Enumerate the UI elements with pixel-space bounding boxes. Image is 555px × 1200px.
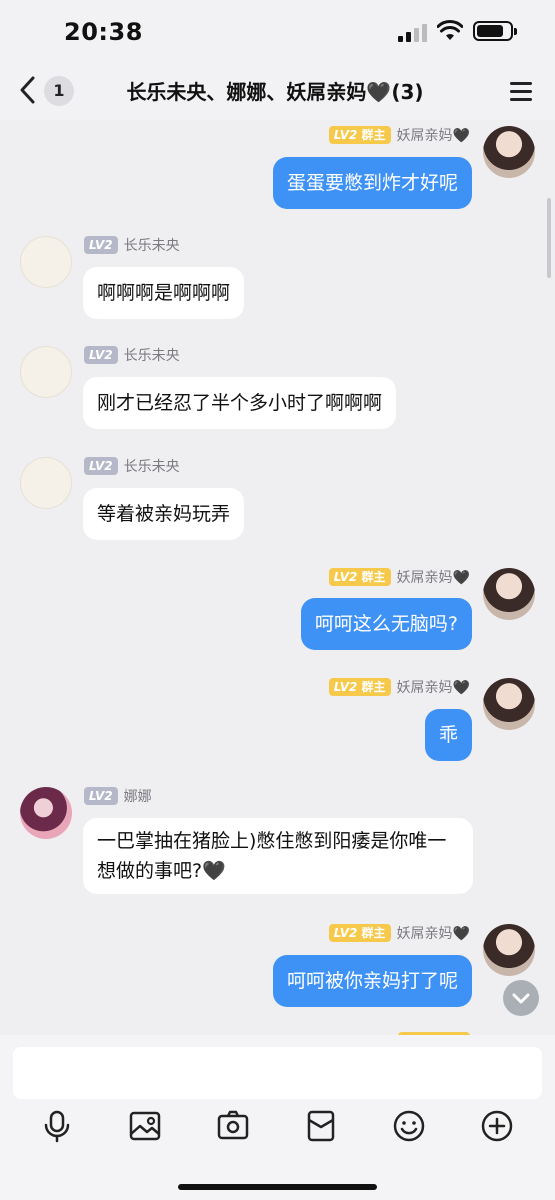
signal-icon	[398, 24, 428, 42]
avatar[interactable]	[483, 568, 535, 620]
message-list[interactable]: LV2 群主 妖屌亲妈🖤 蛋蛋要憋到炸才好呢 LV2 长乐未央 啊啊啊是啊啊啊 …	[0, 120, 555, 1035]
chat-header: 1 长乐未央、娜娜、妖屌亲妈🖤(3)	[0, 62, 555, 120]
sender-name: 长乐未央	[123, 238, 180, 254]
level-badge: LV2 群主	[328, 568, 391, 586]
sender-name: 妖屌亲妈🖤	[396, 128, 470, 144]
sender-name: 妖屌亲妈🖤	[396, 926, 470, 942]
sender-meta: LV2 群主 妖屌亲妈🖤	[328, 923, 470, 943]
status-bar: 20:38	[0, 0, 555, 62]
avatar[interactable]	[20, 457, 72, 509]
avatar[interactable]	[20, 236, 72, 288]
message-bubble[interactable]: 呵呵被你亲妈打了呢	[272, 955, 472, 1007]
sender-meta: LV2 长乐未央	[84, 345, 180, 365]
message-bubble[interactable]: 蛋蛋要憋到炸才好呢	[272, 157, 472, 209]
camera-icon[interactable]	[216, 1109, 250, 1143]
sender-meta: LV2 长乐未央	[84, 235, 180, 255]
plus-icon[interactable]	[480, 1109, 514, 1143]
sender-meta: LV2 群主 妖屌亲妈🖤	[328, 125, 470, 145]
owner-badge: 群主	[361, 926, 386, 940]
message-input[interactable]	[13, 1047, 542, 1099]
image-icon[interactable]	[128, 1109, 162, 1143]
sender-meta: LV2 群主 妖屌亲妈🖤	[328, 677, 470, 697]
sender-name: 娜娜	[123, 789, 152, 805]
message-bubble[interactable]: 一巴掌抽在猪脸上)憋住憋到阳痿是你唯一想做的事吧?🖤	[83, 818, 473, 894]
level-badge: LV2 群主	[328, 678, 391, 696]
scroll-indicator[interactable]	[547, 198, 551, 278]
message-bubble[interactable]: 乖	[424, 709, 472, 761]
owner-badge: 群主	[361, 128, 386, 142]
composer	[0, 1035, 555, 1200]
owner-badge: 群主	[361, 570, 386, 584]
sender-name: 长乐未央	[123, 459, 180, 475]
chevron-down-icon	[512, 993, 530, 1004]
wifi-icon	[437, 20, 463, 40]
message-bubble[interactable]: 呵呵这么无脑吗?	[300, 598, 472, 650]
level-badge: LV2	[84, 787, 118, 805]
menu-icon[interactable]	[508, 80, 534, 102]
avatar[interactable]	[483, 924, 535, 976]
level-badge: LV2 群主	[328, 924, 391, 942]
back-icon[interactable]	[16, 75, 40, 105]
unread-count-badge[interactable]: 1	[44, 76, 74, 106]
battery-icon	[473, 21, 517, 41]
sender-meta: LV2 长乐未央	[84, 456, 180, 476]
avatar[interactable]	[20, 787, 72, 839]
avatar[interactable]	[483, 678, 535, 730]
status-time: 20:38	[64, 18, 143, 46]
message-bubble[interactable]: 啊啊啊是啊啊啊	[83, 267, 245, 319]
emoji-icon[interactable]	[392, 1109, 426, 1143]
home-indicator	[178, 1184, 377, 1190]
level-badge: LV2 群主	[328, 126, 391, 144]
scroll-to-bottom-button[interactable]	[503, 980, 539, 1016]
chat-title: 长乐未央、娜娜、妖屌亲妈🖤(3)	[126, 80, 424, 104]
level-badge: LV2	[84, 457, 118, 475]
microphone-icon[interactable]	[40, 1109, 74, 1143]
sender-name: 长乐未央	[123, 348, 180, 364]
avatar[interactable]	[20, 346, 72, 398]
sender-meta: LV2 群主 妖屌亲妈🖤	[328, 567, 470, 587]
sender-name: 妖屌亲妈🖤	[396, 680, 470, 696]
level-badge: LV2	[84, 236, 118, 254]
red-packet-icon[interactable]	[304, 1109, 338, 1143]
avatar[interactable]	[483, 126, 535, 178]
message-bubble[interactable]: 刚才已经忍了半个多小时了啊啊啊	[83, 377, 397, 429]
sender-name: 妖屌亲妈🖤	[396, 570, 470, 586]
owner-badge: 群主	[361, 680, 386, 694]
message-bubble[interactable]: 等着被亲妈玩弄	[83, 488, 245, 540]
level-badge: LV2	[84, 346, 118, 364]
sender-meta: LV2 娜娜	[84, 786, 152, 806]
